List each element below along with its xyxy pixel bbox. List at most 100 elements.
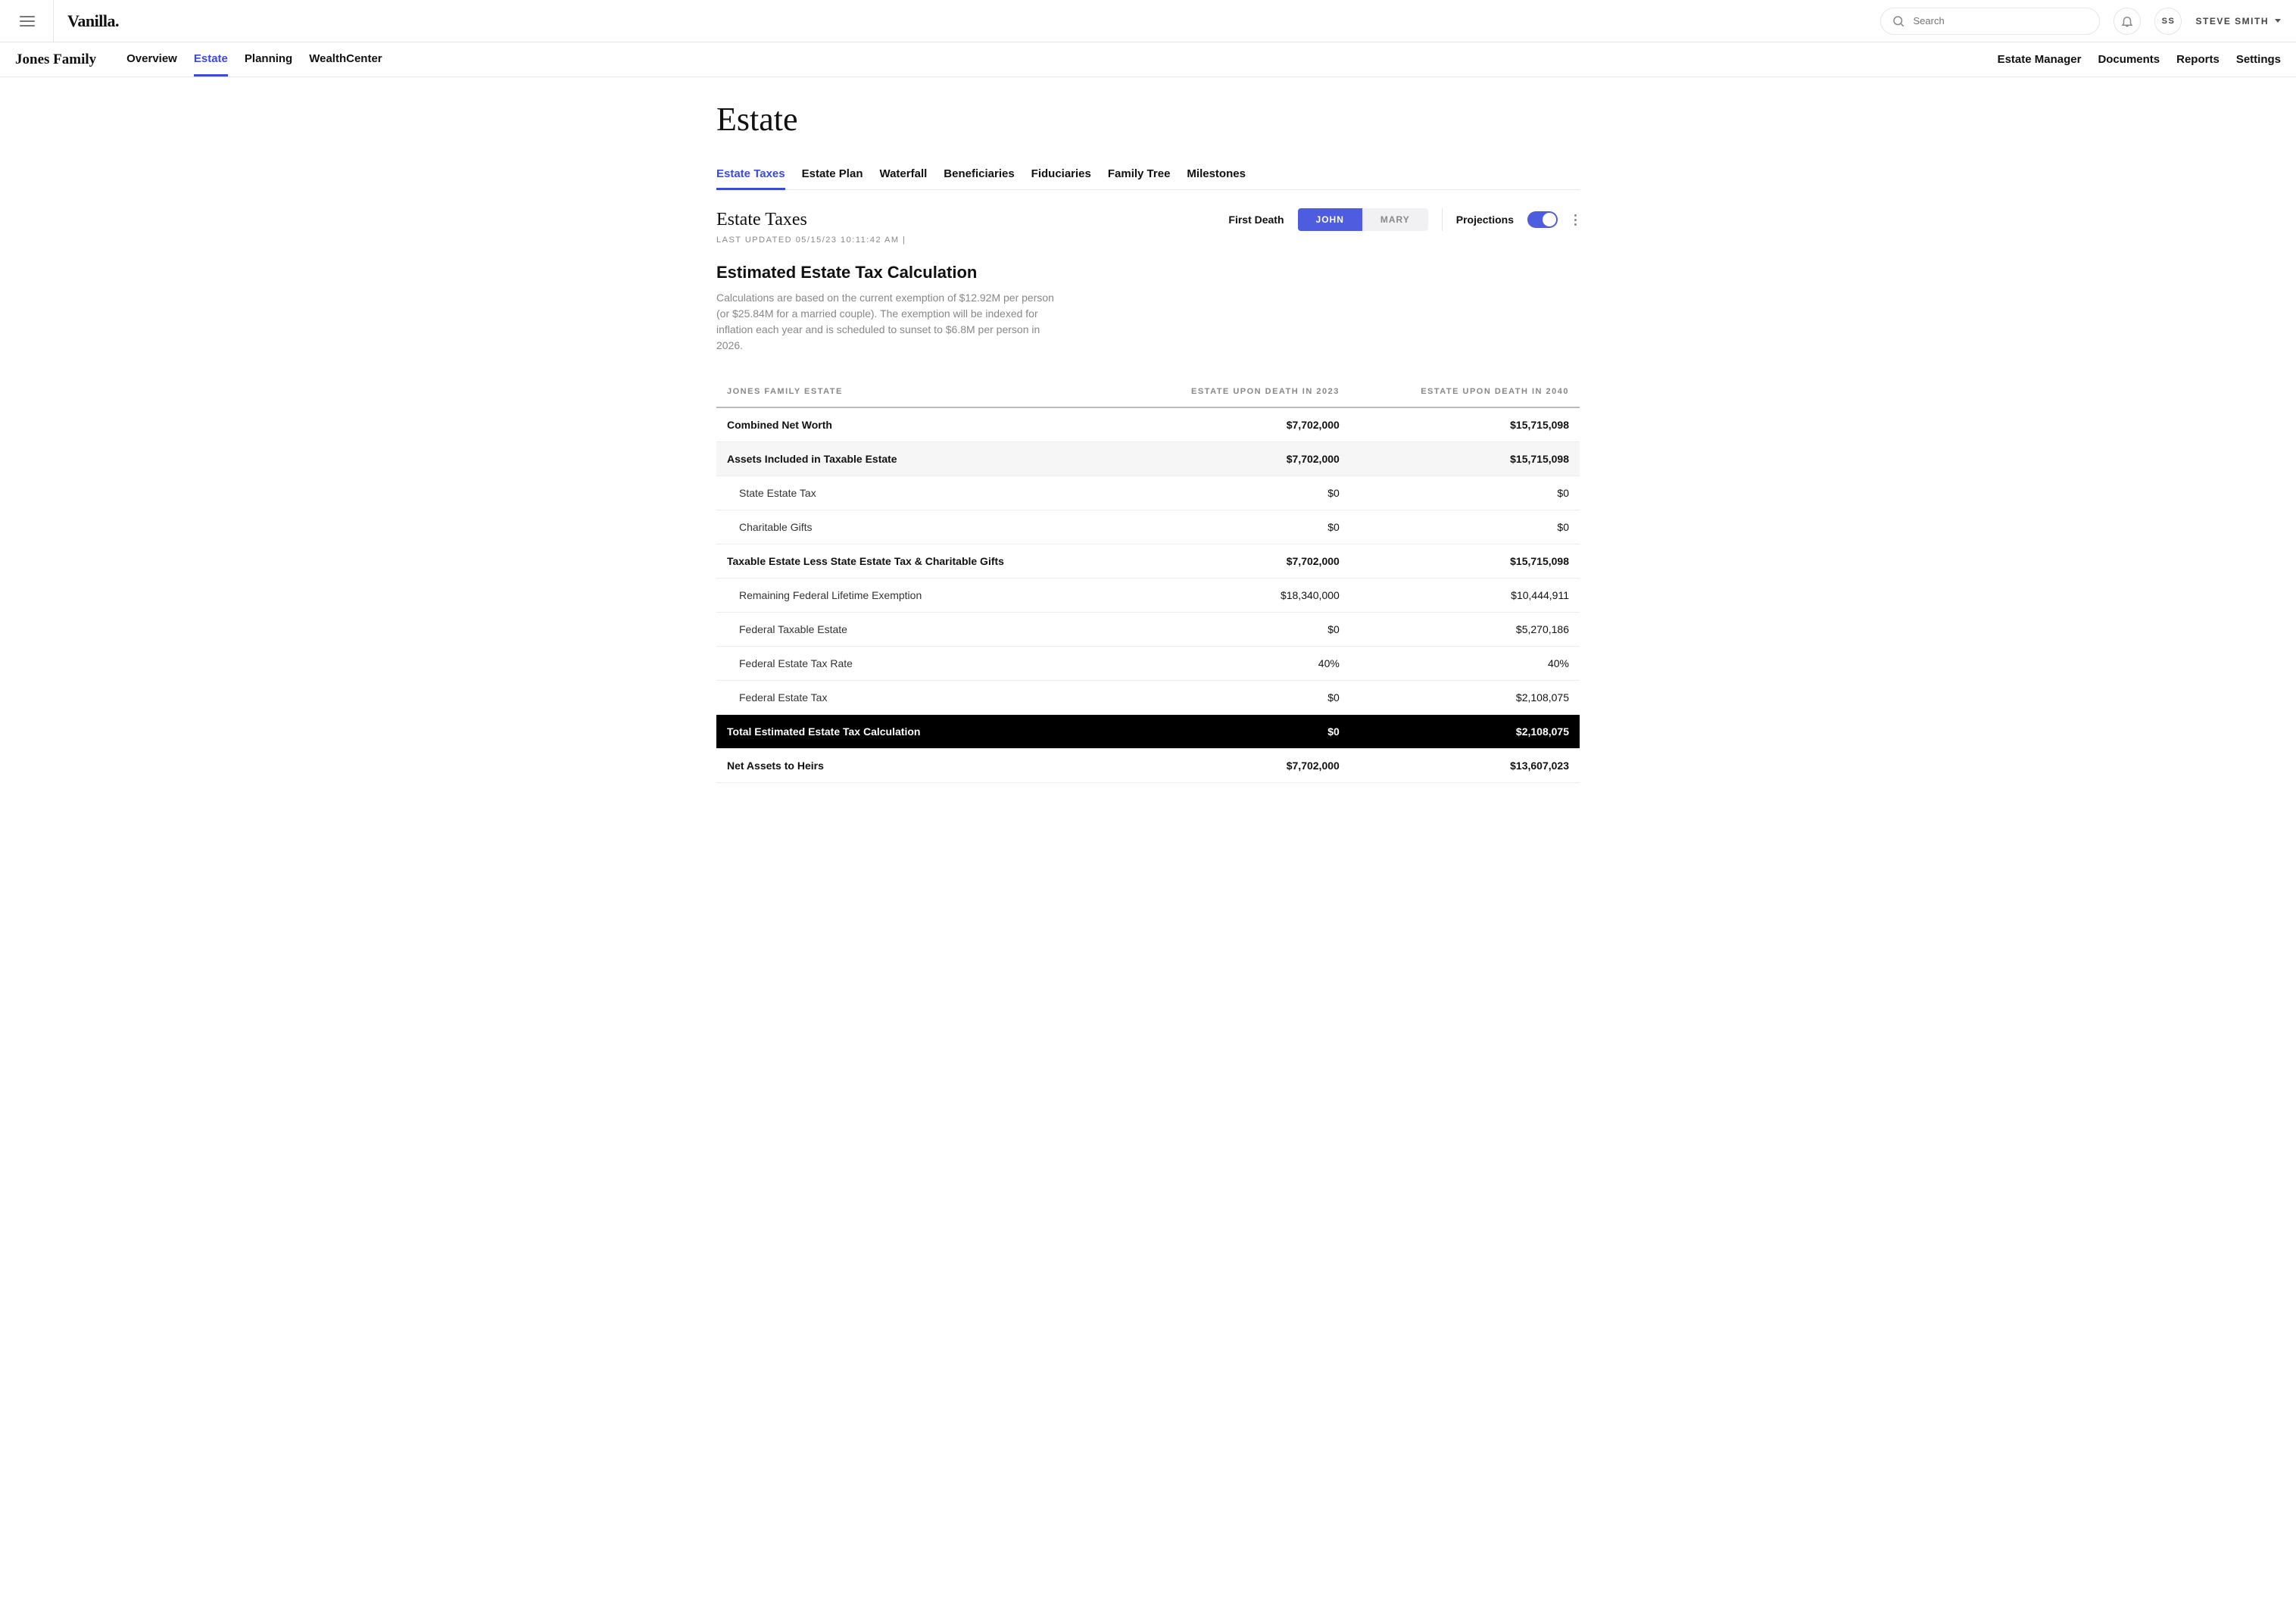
row-value-2040: $0 (1350, 510, 1580, 544)
avatar-initials: SS (2162, 17, 2176, 26)
search-input-container[interactable] (1880, 8, 2100, 35)
subtabs: Estate Taxes Estate Plan Waterfall Benefici… (716, 160, 1580, 190)
row-value-2023: $7,702,000 (1121, 749, 1350, 783)
tax-table: JONES FAMILY ESTATE ESTATE UPON DEATH IN… (716, 376, 1580, 783)
row-value-2040: $15,715,098 (1350, 544, 1580, 579)
table-row: Taxable Estate Less State Estate Tax & C… (716, 544, 1580, 579)
toggle-john[interactable]: JOHN (1298, 208, 1362, 231)
table-row: Federal Estate Tax$0$2,108,075 (716, 681, 1580, 715)
row-value-2023: $0 (1121, 510, 1350, 544)
row-label: Charitable Gifts (716, 510, 1121, 544)
row-value-2040: $2,108,075 (1350, 715, 1580, 749)
subtab-milestones[interactable]: Milestones (1187, 160, 1246, 189)
row-value-2023: $7,702,000 (1121, 407, 1350, 442)
table-row: Federal Taxable Estate$0$5,270,186 (716, 613, 1580, 647)
row-label: Combined Net Worth (716, 407, 1121, 442)
primary-nav: Overview Estate Planning WealthCenter (126, 43, 382, 76)
subtab-beneficiaries[interactable]: Beneficiaries (944, 160, 1014, 189)
row-label: Taxable Estate Less State Estate Tax & C… (716, 544, 1121, 579)
row-value-2023: $0 (1121, 476, 1350, 510)
row-value-2023: $0 (1121, 681, 1350, 715)
table-row: Net Assets to Heirs$7,702,000$13,607,023 (716, 749, 1580, 783)
search-icon (1892, 14, 1905, 28)
nav-settings[interactable]: Settings (2236, 53, 2281, 66)
avatar[interactable]: SS (2154, 8, 2182, 35)
row-value-2040: $15,715,098 (1350, 407, 1580, 442)
more-menu-icon[interactable] (1571, 211, 1580, 229)
subtab-estate-plan[interactable]: Estate Plan (802, 160, 863, 189)
row-value-2040: $13,607,023 (1350, 749, 1580, 783)
row-label: Remaining Federal Lifetime Exemption (716, 579, 1121, 613)
page-title: Estate (716, 100, 1580, 139)
row-value-2023: $18,340,000 (1121, 579, 1350, 613)
logo[interactable]: Vanilla. (67, 11, 119, 31)
family-name: Jones Family (15, 51, 96, 68)
first-death-label: First Death (1228, 214, 1284, 226)
row-value-2040: $10,444,911 (1350, 579, 1580, 613)
user-menu[interactable]: STEVE SMITH (2195, 16, 2281, 27)
subtab-fiduciaries[interactable]: Fiduciaries (1031, 160, 1091, 189)
page-content: Estate Estate Taxes Estate Plan Waterfall B… (701, 77, 1595, 828)
row-label: Federal Taxable Estate (716, 613, 1121, 647)
first-death-toggle: JOHN MARY (1298, 208, 1428, 231)
last-updated: LAST UPDATED 05/15/23 10:11:42 AM | (716, 236, 1580, 245)
projections-label: Projections (1456, 214, 1514, 226)
bell-icon (2120, 14, 2134, 28)
row-value-2040: $2,108,075 (1350, 681, 1580, 715)
row-label: Net Assets to Heirs (716, 749, 1121, 783)
row-value-2023: $0 (1121, 613, 1350, 647)
navbar: Jones Family Overview Estate Planning Wealt… (0, 42, 2296, 77)
table-row: Total Estimated Estate Tax Calculation$0… (716, 715, 1580, 749)
nav-estate-manager[interactable]: Estate Manager (1998, 53, 2082, 66)
nav-wealthcenter[interactable]: WealthCenter (309, 43, 382, 76)
user-name: STEVE SMITH (2195, 16, 2269, 27)
logo-dot: . (115, 11, 119, 30)
col-estate: JONES FAMILY ESTATE (716, 376, 1121, 407)
table-row: Charitable Gifts$0$0 (716, 510, 1580, 544)
row-value-2040: $0 (1350, 476, 1580, 510)
section-controls: First Death JOHN MARY Projections (1228, 208, 1580, 231)
subtab-waterfall[interactable]: Waterfall (879, 160, 927, 189)
divider (1442, 208, 1443, 231)
row-value-2023: $0 (1121, 715, 1350, 749)
table-row: State Estate Tax$0$0 (716, 476, 1580, 510)
chevron-down-icon (2275, 19, 2281, 23)
row-label: Federal Estate Tax (716, 681, 1121, 715)
nav-documents[interactable]: Documents (2098, 53, 2160, 66)
row-value-2023: $7,702,000 (1121, 544, 1350, 579)
row-label: State Estate Tax (716, 476, 1121, 510)
notifications-button[interactable] (2114, 8, 2141, 35)
subtab-family-tree[interactable]: Family Tree (1108, 160, 1171, 189)
section-title: Estate Taxes (716, 210, 807, 230)
row-value-2040: 40% (1350, 647, 1580, 681)
col-2023: ESTATE UPON DEATH IN 2023 (1121, 376, 1350, 407)
table-row: Combined Net Worth$7,702,000$15,715,098 (716, 407, 1580, 442)
table-row: Federal Estate Tax Rate40%40% (716, 647, 1580, 681)
secondary-nav: Estate Manager Documents Reports Settings (1998, 53, 2281, 66)
menu-icon[interactable] (15, 11, 39, 31)
row-label: Total Estimated Estate Tax Calculation (716, 715, 1121, 749)
table-header-row: JONES FAMILY ESTATE ESTATE UPON DEATH IN… (716, 376, 1580, 407)
subtab-estate-taxes[interactable]: Estate Taxes (716, 160, 785, 190)
divider (53, 0, 54, 42)
separator: | (903, 236, 906, 245)
projections-switch[interactable] (1527, 211, 1558, 228)
last-updated-value: 05/15/23 10:11:42 AM (796, 236, 900, 245)
row-value-2040: $5,270,186 (1350, 613, 1580, 647)
logo-text: Vanilla (67, 11, 115, 30)
row-value-2023: 40% (1121, 647, 1350, 681)
row-label: Federal Estate Tax Rate (716, 647, 1121, 681)
row-label: Assets Included in Taxable Estate (716, 442, 1121, 476)
col-2040: ESTATE UPON DEATH IN 2040 (1350, 376, 1580, 407)
row-value-2023: $7,702,000 (1121, 442, 1350, 476)
calc-description: Calculations are based on the current ex… (716, 290, 1065, 354)
last-updated-label: LAST UPDATED (716, 236, 792, 245)
topbar: Vanilla. SS STEVE SMITH (0, 0, 2296, 42)
nav-estate[interactable]: Estate (194, 43, 228, 76)
nav-planning[interactable]: Planning (245, 43, 292, 76)
toggle-mary[interactable]: MARY (1362, 208, 1428, 231)
table-row: Assets Included in Taxable Estate$7,702,… (716, 442, 1580, 476)
nav-overview[interactable]: Overview (126, 43, 177, 76)
search-input[interactable] (1913, 15, 2089, 27)
nav-reports[interactable]: Reports (2176, 53, 2220, 66)
